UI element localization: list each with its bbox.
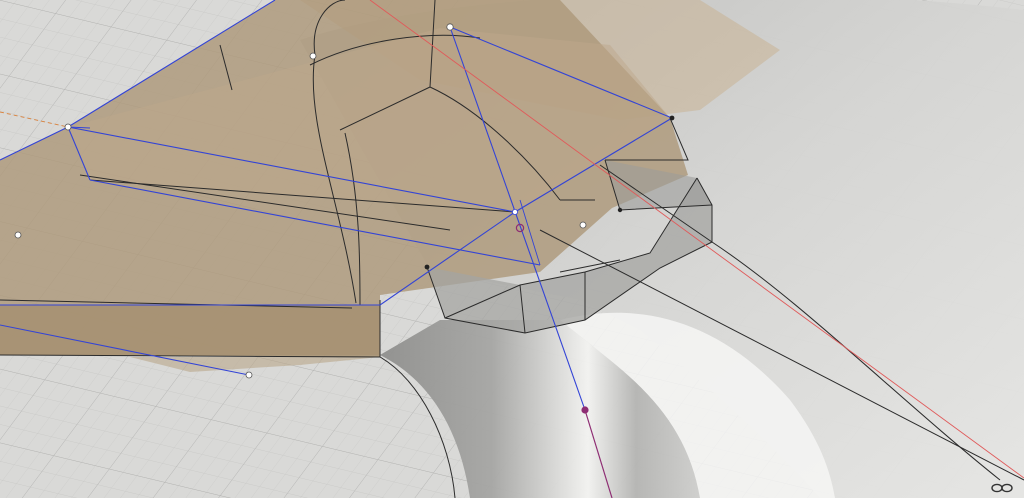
point-handle[interactable] [245,371,253,379]
point-handle[interactable] [579,221,587,229]
axis-end-point[interactable] [581,406,589,414]
point-handle[interactable] [64,123,72,131]
3d-viewport[interactable] [0,0,1024,498]
point-handle[interactable] [14,231,22,239]
vertex-point[interactable] [424,264,430,270]
point-handle[interactable] [309,52,317,60]
vertex-point[interactable] [617,207,623,213]
vertex-point[interactable] [669,115,675,121]
intersection-point[interactable] [512,208,519,215]
point-handle[interactable] [446,23,454,31]
